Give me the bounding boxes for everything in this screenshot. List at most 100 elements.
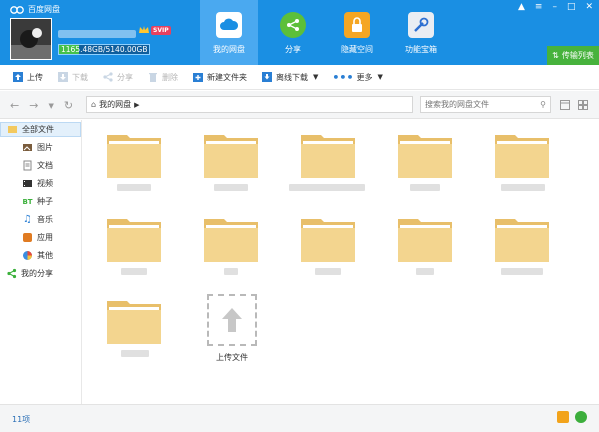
refresh-icon[interactable]: ↻ [64,99,73,112]
share-button[interactable]: 分享 [102,71,133,83]
folder-icon [398,219,452,262]
grid-view-icon[interactable] [578,100,588,110]
chevron-down-icon: ▼ [377,73,383,81]
sidebar-item-label: 视频 [37,179,53,188]
svip-badge[interactable]: SVIP [138,24,171,36]
sidebar-item-torrents[interactable]: BT 种子 [0,194,81,209]
folder-icon [398,135,452,178]
sidebar-item-label: 文档 [37,161,53,170]
toolbar: 上传 下载 分享 删除 新建文件夹 离线下载 ▼ ••• 更多 ▼ [0,65,599,90]
sidebar-item-all-files[interactable]: 全部文件 [0,122,81,137]
transfer-list-button[interactable]: ⇅ 传输列表 [547,46,599,65]
bluetooth-icon[interactable] [557,411,569,423]
sidebar-item-my-share[interactable]: 我的分享 [0,266,81,281]
folder-icon [107,135,161,178]
folder-icon [495,219,549,262]
folder-item[interactable] [190,216,270,284]
sidebar-item-documents[interactable]: 文档 [0,158,81,173]
folder-tree-icon [8,126,17,133]
sidebar-item-label: 应用 [37,233,53,242]
sync-icon[interactable] [575,411,587,423]
status-icons [557,411,587,423]
document-icon [23,160,32,171]
header: 百度网盘 SVIP 1165.48GB/5140.00GB 我的网盘 分享 隐藏… [0,0,599,65]
sidebar-item-apps[interactable]: 应用 [0,230,81,245]
upload-arrow-icon [222,308,242,332]
storage-quota: 1165.48GB/5140.00GB [58,44,150,55]
new-folder-label: 新建文件夹 [207,72,247,82]
menu-icon[interactable]: ≡ [535,2,543,12]
avatar[interactable] [10,18,52,60]
folder-item[interactable] [384,216,464,284]
download-icon [58,72,68,82]
tab-share[interactable]: 分享 [264,0,322,65]
username-blurred[interactable] [58,30,136,38]
delete-label: 删除 [162,72,178,82]
tab-toolbox[interactable]: 功能宝箱 [392,0,450,65]
search-icon[interactable]: ⚲ [540,100,546,109]
share-icon [103,72,113,82]
download-button[interactable]: 下载 [57,71,88,83]
video-icon [23,180,32,187]
tab-hidden-space[interactable]: 隐藏空间 [328,0,386,65]
transfer-icon: ⇅ [552,51,559,60]
file-name-blurred [501,268,543,275]
dropdown-icon[interactable]: ▼ [48,102,53,112]
bell-icon[interactable]: ▲ [518,2,525,12]
list-view-icon[interactable] [560,100,570,110]
sidebar-item-label: 其他 [37,251,53,260]
search-input[interactable] [425,100,535,109]
folder-item[interactable] [481,132,561,200]
minimize-icon[interactable]: – [552,2,557,12]
file-name-blurred [121,268,147,275]
back-icon[interactable]: ← [10,99,19,112]
folder-item[interactable] [287,132,367,200]
search-box[interactable]: ⚲ [420,96,551,113]
main-nav: 我的网盘 分享 隐藏空间 功能宝箱 [200,0,456,65]
forward-icon[interactable]: → [29,99,38,112]
offline-download-icon [262,72,272,82]
offline-download-button[interactable]: 离线下载 ▼ [261,71,318,83]
share-label: 分享 [117,72,133,82]
more-button[interactable]: ••• 更多 ▼ [332,71,382,84]
folder-item[interactable] [93,216,173,284]
sidebar-item-label: 图片 [37,143,53,152]
upload-drop-zone[interactable] [207,294,257,346]
folder-item[interactable] [93,298,173,366]
folder-icon [495,135,549,178]
sidebar-item-images[interactable]: 图片 [0,140,81,155]
share-icon [280,12,306,38]
tab-label: 隐藏空间 [341,45,373,54]
crown-icon [139,26,149,33]
new-folder-button[interactable]: 新建文件夹 [192,71,247,83]
upload-file-tile[interactable]: 上传文件 [190,294,270,374]
sidebar-item-music[interactable]: ♫ 音乐 [0,212,81,227]
folder-item[interactable] [287,216,367,284]
folder-item[interactable] [93,132,173,200]
folder-item[interactable] [384,132,464,200]
file-name-blurred [410,184,440,191]
folder-item[interactable] [481,216,561,284]
lock-icon [344,12,370,38]
folder-item[interactable] [190,132,270,200]
tab-my-netdisk[interactable]: 我的网盘 [200,0,258,65]
tab-label: 分享 [285,45,301,54]
sidebar-item-label: 全部文件 [22,125,54,134]
home-icon: ⌂ [91,100,97,109]
quota-text: 1165.48GB/5140.00GB [61,45,148,54]
breadcrumb-arrow-icon[interactable]: ▶ [134,101,139,109]
delete-button[interactable]: 删除 [147,71,178,83]
close-icon[interactable]: ✕ [585,2,593,12]
breadcrumb-root[interactable]: 我的网盘 [99,99,131,110]
sidebar-item-other[interactable]: 其他 [0,248,81,263]
sidebar-item-videos[interactable]: 视频 [0,176,81,191]
folder-icon [301,135,355,178]
file-name-blurred [416,268,434,275]
upload-file-label: 上传文件 [216,353,248,362]
folder-icon [204,219,258,262]
upload-button[interactable]: 上传 [12,71,43,83]
maximize-icon[interactable]: □ [567,2,576,12]
file-name-blurred [501,184,545,191]
breadcrumb[interactable]: ⌂ 我的网盘 ▶ [86,96,413,113]
tab-label: 我的网盘 [213,45,245,54]
